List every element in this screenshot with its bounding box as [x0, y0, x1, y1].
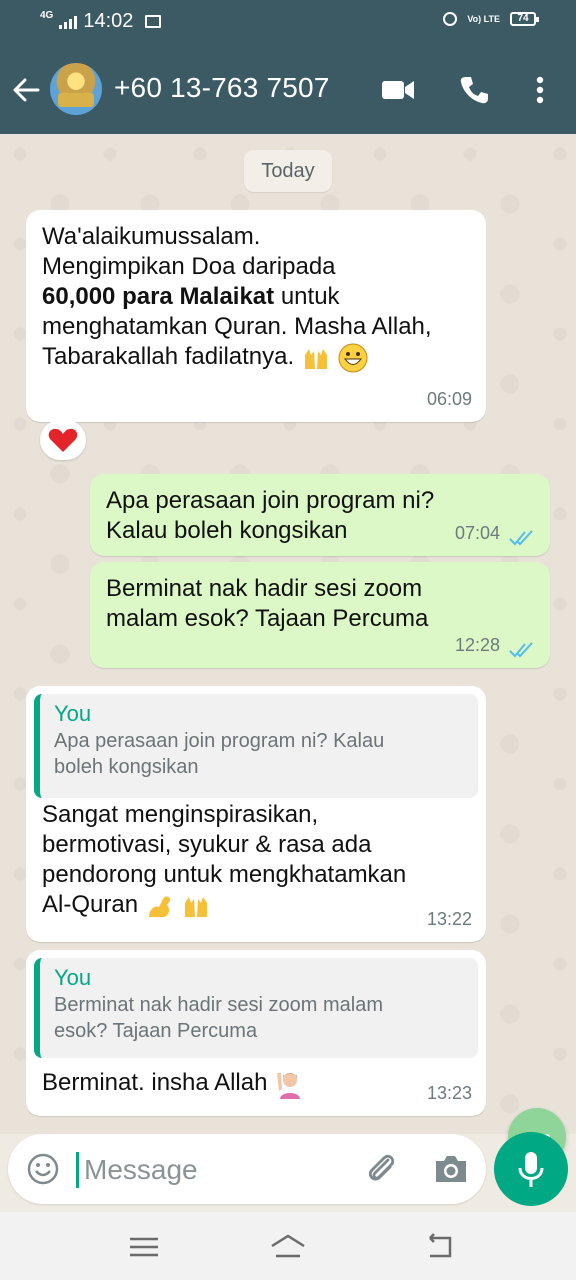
battery-icon: 74 — [510, 12, 539, 26]
phone-icon[interactable] — [456, 74, 492, 106]
emoji-icon[interactable] — [26, 1152, 60, 1186]
quote-author: You — [54, 701, 92, 726]
message-composer — [8, 1134, 486, 1204]
read-ticks-icon — [509, 530, 533, 546]
back-arrow-icon[interactable] — [10, 74, 42, 106]
quote-text: esok? Tajaan Percuma — [54, 1020, 258, 1042]
status-left: 4G 14:02 — [40, 10, 162, 33]
message-line-text: Tabarakallah fadilatnya. — [42, 343, 295, 370]
message-line: Tabarakallah fadilatnya. — [42, 342, 472, 373]
message-time: 12:28 — [454, 635, 500, 655]
message-input[interactable] — [82, 1148, 356, 1192]
quote-text: boleh kongsikan — [54, 756, 199, 778]
camera-icon[interactable] — [432, 1151, 470, 1187]
attach-icon[interactable] — [362, 1150, 400, 1188]
text-cursor — [76, 1152, 79, 1188]
quote-text: Berminat nak hadir sesi zoom malam — [54, 994, 384, 1016]
system-nav-bar — [0, 1212, 576, 1280]
message-bubble-outgoing[interactable]: Berminat nak hadir sesi zoom malam esok?… — [90, 562, 550, 668]
message-bubble-incoming[interactable]: You Berminat nak hadir sesi zoom malam e… — [26, 950, 486, 1116]
more-vert-icon[interactable] — [526, 74, 554, 106]
message-line: pendorong untuk mengkhatamkan — [42, 861, 407, 888]
message-bubble-outgoing[interactable]: Apa perasaan join program ni? Kalau bole… — [90, 474, 550, 556]
back-nav-icon[interactable] — [422, 1232, 458, 1262]
quoted-message[interactable]: You Berminat nak hadir sesi zoom malam e… — [34, 958, 478, 1058]
date-chip: Today — [244, 150, 332, 192]
message-time: 13:22 — [426, 909, 472, 929]
message-line: Berminat. insha Allah — [42, 1069, 268, 1096]
message-time: 13:23 — [426, 1083, 472, 1103]
message-line: Apa perasaan join program ni? — [106, 487, 435, 514]
person-raising-hand-emoji-icon — [277, 1072, 301, 1099]
alarm-icon — [443, 12, 458, 26]
message-line: Berminat nak hadir sesi zoom — [106, 575, 423, 602]
message-line: Sangat menginspirasikan, — [42, 801, 319, 828]
status-time: 14:02 — [83, 10, 134, 32]
home-icon[interactable] — [268, 1232, 308, 1262]
network-type: 4G — [40, 10, 54, 21]
read-ticks-icon — [509, 642, 533, 658]
grinning-face-emoji-icon — [338, 343, 368, 373]
message-bubble-incoming[interactable]: You Apa perasaan join program ni? Kalau … — [26, 686, 486, 942]
message-text: Wa'alaikumussalam. Mengimpikan Doa darip… — [42, 222, 472, 373]
status-bar: 4G 14:02 Vo) LTE 74 — [0, 0, 576, 46]
message-line-rest: untuk — [274, 283, 340, 310]
message-line: menghatamkan Quran. Masha Allah, — [42, 313, 432, 340]
message-bubble-incoming[interactable]: Wa'alaikumussalam. Mengimpikan Doa darip… — [26, 210, 486, 422]
flexed-biceps-emoji-icon — [148, 896, 170, 917]
volte-label: Vo) LTE — [467, 13, 500, 24]
mic-icon — [518, 1152, 544, 1187]
heart-icon — [48, 428, 78, 452]
message-line: Mengimpikan Doa daripada — [42, 253, 336, 280]
message-line: Wa'alaikumussalam. — [42, 223, 261, 250]
contact-name[interactable]: +60 13-763 7507 — [114, 72, 330, 104]
raising-hands-emoji-icon — [304, 348, 327, 369]
message-text: Berminat nak hadir sesi zoom malam esok?… — [106, 574, 536, 634]
avatar[interactable] — [50, 63, 102, 115]
status-right: Vo) LTE 74 — [443, 12, 539, 26]
chat-area[interactable]: Today Wa'alaikumussalam. Mengimpikan Doa… — [0, 134, 576, 1166]
message-text: Sangat menginspirasikan, bermotivasi, sy… — [42, 800, 472, 921]
message-line: Al-Quran — [42, 890, 472, 921]
reaction-badge[interactable] — [40, 420, 86, 460]
message-time: 06:09 — [426, 389, 472, 409]
quote-author: You — [54, 965, 92, 990]
menu-icon[interactable] — [126, 1232, 162, 1262]
bold-text: 60,000 para Malaikat — [42, 283, 275, 310]
screen-cast-icon — [145, 15, 162, 28]
video-call-icon[interactable] — [380, 74, 416, 106]
message-line: bermotivasi, syukur & rasa ada — [42, 831, 372, 858]
message-line-text: Al-Quran — [42, 891, 139, 918]
mic-button[interactable] — [494, 1132, 568, 1206]
signal-icon — [59, 15, 78, 29]
raising-hands-emoji-icon — [185, 896, 208, 917]
message-text: Berminat. insha Allah — [42, 1068, 472, 1099]
message-time: 07:04 — [454, 523, 500, 543]
quote-text: Apa perasaan join program ni? Kalau — [54, 730, 385, 752]
message-line: 60,000 para Malaikat untuk — [42, 282, 472, 312]
chat-header: +60 13-763 7507 — [0, 46, 576, 134]
quoted-message[interactable]: You Apa perasaan join program ni? Kalau … — [34, 694, 478, 798]
